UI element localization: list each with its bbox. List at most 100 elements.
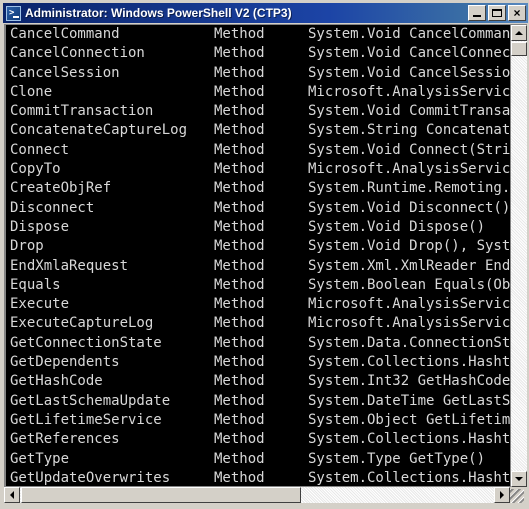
scroll-right-button[interactable] (494, 487, 510, 503)
horizontal-scrollbar-thumb[interactable] (21, 487, 301, 503)
member-name: GetConnectionState (10, 334, 162, 351)
member-definition: System.Void Connect(String (308, 141, 510, 158)
console-row: CancelCommand Method System.Void CancelCom… (6, 25, 510, 44)
member-type: Method (214, 141, 265, 158)
vertical-scrollbar-thumb[interactable] (511, 42, 527, 56)
console-row: ConcatenateCaptureLog Method System.String… (6, 121, 510, 140)
member-type: Method (214, 199, 265, 216)
member-definition: System.Data.ConnectionStat (308, 334, 510, 351)
console-row: CreateObjRef Method System.Runtime.Remotin… (6, 179, 510, 198)
close-icon: × (513, 6, 521, 20)
member-type: Method (214, 257, 265, 274)
maximize-button[interactable] (488, 5, 506, 21)
member-definition: Microsoft.AnalysisServices (308, 161, 510, 178)
member-definition: System.Void Dispose() (308, 218, 486, 235)
member-name: Drop (10, 238, 44, 255)
member-definition: Microsoft.AnalysisServices (308, 315, 510, 332)
member-type: Method (214, 64, 265, 81)
close-button[interactable]: × (508, 5, 526, 21)
member-name: CopyTo (10, 161, 61, 178)
member-type: Method (214, 103, 265, 120)
member-type: Method (214, 161, 265, 178)
console-row: GetLifetimeService Method System.Object Ge… (6, 411, 510, 430)
console-output[interactable]: CancelCommand Method System.Void CancelCom… (6, 25, 510, 487)
scroll-up-button[interactable] (511, 25, 527, 41)
console-row: Clone Method Microsoft.AnalysisServices (6, 83, 510, 102)
member-type: Method (214, 83, 265, 100)
member-type: Method (214, 315, 265, 332)
console-client-area: CancelCommand Method System.Void CancelCom… (4, 24, 527, 487)
console-row: GetLastSchemaUpdate Method System.DateTime… (6, 392, 510, 411)
scroll-left-button[interactable] (4, 487, 20, 503)
window-controls: × (466, 5, 526, 21)
console-row: Dispose Method System.Void Dispose() (6, 218, 510, 237)
member-name: GetHashCode (10, 373, 103, 390)
member-name: Disconnect (10, 199, 95, 216)
member-definition: System.String ConcatenateC (308, 122, 510, 139)
member-name: CommitTransaction (10, 103, 154, 120)
member-name: GetType (10, 450, 70, 467)
console-row: Execute Method Microsoft.AnalysisServices (6, 295, 510, 314)
member-type: Method (214, 373, 265, 390)
member-name: GetLifetimeService (10, 411, 162, 428)
member-definition: System.Void Drop(), System (308, 238, 510, 255)
member-name: CancelCommand (10, 26, 120, 42)
member-definition: System.Runtime.Remoting.Ob (308, 180, 510, 197)
console-row: EndXmlaRequest Method System.Xml.XmlReader… (6, 257, 510, 276)
prompt-underscore-glyph (13, 15, 19, 18)
console-row: GetUpdateOverwrites Method System.Collecti… (6, 469, 510, 487)
member-name: Equals (10, 276, 61, 293)
member-type: Method (214, 218, 265, 235)
member-definition: System.Collections.Hashtab (308, 354, 510, 371)
console-row: CommitTransaction Method System.Void Commi… (6, 102, 510, 121)
member-definition: System.Object GetLifetimeS (308, 411, 510, 428)
console-row: GetReferences Method System.Collections.Ha… (6, 430, 510, 449)
powershell-window: > Administrator: Windows PowerShell V2 (… (0, 0, 529, 509)
minimize-button[interactable] (468, 5, 486, 21)
scroll-down-arrow-icon (515, 477, 523, 481)
member-definition: System.Void CommitTransact (308, 103, 510, 120)
console-row: Equals Method System.Boolean Equals(Obje (6, 276, 510, 295)
member-name: ConcatenateCaptureLog (10, 122, 188, 139)
member-name: CancelSession (10, 64, 120, 81)
minimize-icon (473, 15, 481, 17)
vertical-scrollbar[interactable] (510, 25, 527, 487)
scroll-down-button[interactable] (511, 471, 527, 487)
member-name: Dispose (10, 218, 70, 235)
member-type: Method (214, 354, 265, 371)
member-name: CreateObjRef (10, 180, 112, 197)
title-bar[interactable]: > Administrator: Windows PowerShell V2 (… (3, 3, 528, 23)
member-name: GetDependents (10, 354, 120, 371)
member-name: Connect (10, 141, 70, 158)
member-type: Method (214, 411, 265, 428)
member-name: GetUpdateOverwrites (10, 469, 171, 486)
member-name: GetLastSchemaUpdate (10, 392, 171, 409)
console-row: GetType Method System.Type GetType() (6, 450, 510, 469)
member-type: Method (214, 431, 265, 448)
member-type: Method (214, 334, 265, 351)
member-definition: System.Void Disconnect(), (308, 199, 510, 216)
console-row: CopyTo Method Microsoft.AnalysisServices (6, 160, 510, 179)
horizontal-scrollbar[interactable] (4, 486, 510, 503)
console-row: Drop Method System.Void Drop(), System (6, 237, 510, 256)
member-definition: System.Int32 GetHashCode() (308, 373, 510, 390)
console-row: GetDependents Method System.Collections.Ha… (6, 353, 510, 372)
powershell-icon[interactable]: > (6, 5, 21, 21)
member-definition: System.Void CancelCommand( (308, 26, 510, 42)
console-row: GetHashCode Method System.Int32 GetHashCod… (6, 372, 510, 391)
scroll-right-arrow-icon (500, 491, 504, 499)
member-type: Method (214, 450, 265, 467)
console-row: CancelConnection Method System.Void Cancel… (6, 44, 510, 63)
maximize-icon (492, 9, 502, 17)
resize-grip[interactable] (510, 489, 524, 503)
method-list: CancelCommand Method System.Void CancelCom… (6, 25, 510, 487)
console-row: Disconnect Method System.Void Disconnect()… (6, 199, 510, 218)
member-type: Method (214, 26, 265, 42)
member-type: Method (214, 392, 265, 409)
member-name: Clone (10, 83, 53, 100)
member-name: EndXmlaRequest (10, 257, 129, 274)
member-type: Method (214, 122, 265, 139)
member-definition: System.Void CancelSession( (308, 64, 510, 81)
scroll-left-arrow-icon (10, 491, 14, 499)
member-name: Execute (10, 296, 70, 313)
